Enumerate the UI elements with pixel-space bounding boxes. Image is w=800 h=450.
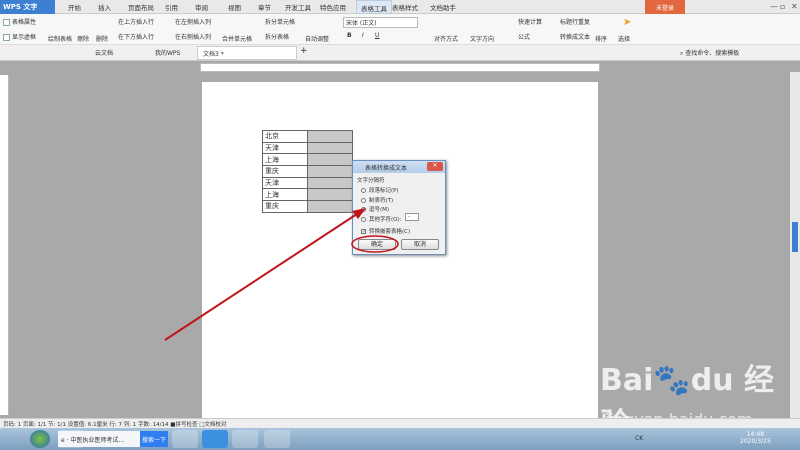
language-indicator[interactable]: CK: [635, 435, 643, 442]
arrow-head: [352, 208, 366, 219]
status-bar: 页码: 1 页面: 1/1 节: 1/1 设置值: 6.1厘米 行: 7 列: …: [0, 418, 800, 428]
clock[interactable]: 14:48 2020/3/25: [740, 431, 771, 445]
annotation-circle: [351, 235, 399, 253]
browser-icon[interactable]: [264, 430, 290, 448]
wps-writer-icon[interactable]: [202, 430, 228, 448]
paint-icon[interactable]: [172, 430, 198, 448]
media-icon[interactable]: [232, 430, 258, 448]
search-button[interactable]: 搜索一下: [140, 431, 168, 447]
start-button[interactable]: [30, 430, 50, 448]
annotation-arrow: [164, 211, 361, 341]
taskbar: e · 中医执业医师考试... 搜索一下 CK 14:48 2020/3/25: [0, 428, 800, 450]
